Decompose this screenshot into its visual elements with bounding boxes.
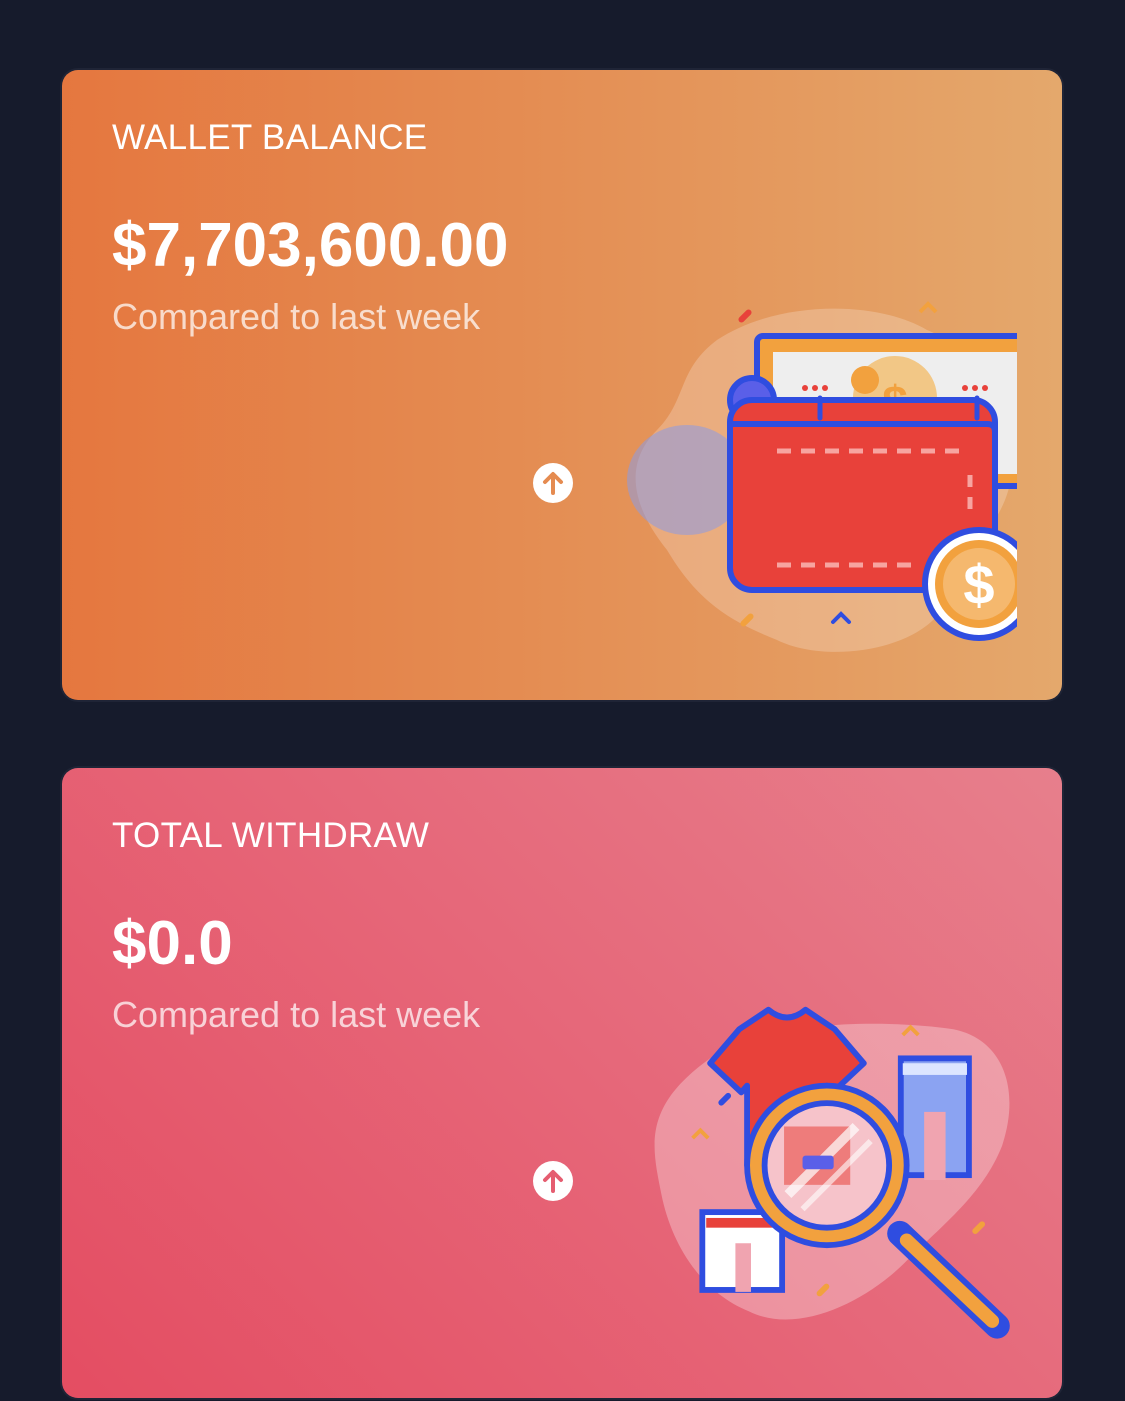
- card-title: WALLET BALANCE: [112, 118, 428, 157]
- wallet-balance-amount: $7,703,600.00: [112, 211, 509, 280]
- arrow-up-circle-icon: [533, 463, 573, 503]
- comparison-label: Compared to last week: [112, 994, 481, 1035]
- comparison-label: Compared to last week: [112, 296, 481, 337]
- search-clothes-illustration: [654, 1006, 1010, 1339]
- wallet-balance-card[interactable]: WALLET BALANCE $7,703,600.00 Compared to…: [62, 70, 1062, 700]
- svg-text:$: $: [963, 553, 994, 616]
- arrow-up-circle-icon: [533, 1161, 573, 1201]
- wallet-illustration: $ $: [627, 301, 1017, 652]
- total-withdraw-amount: $0.0: [112, 909, 233, 978]
- total-withdraw-card[interactable]: TOTAL WITHDRAW $0.0 Compared to last wee…: [62, 768, 1062, 1398]
- card-title: TOTAL WITHDRAW: [112, 816, 430, 855]
